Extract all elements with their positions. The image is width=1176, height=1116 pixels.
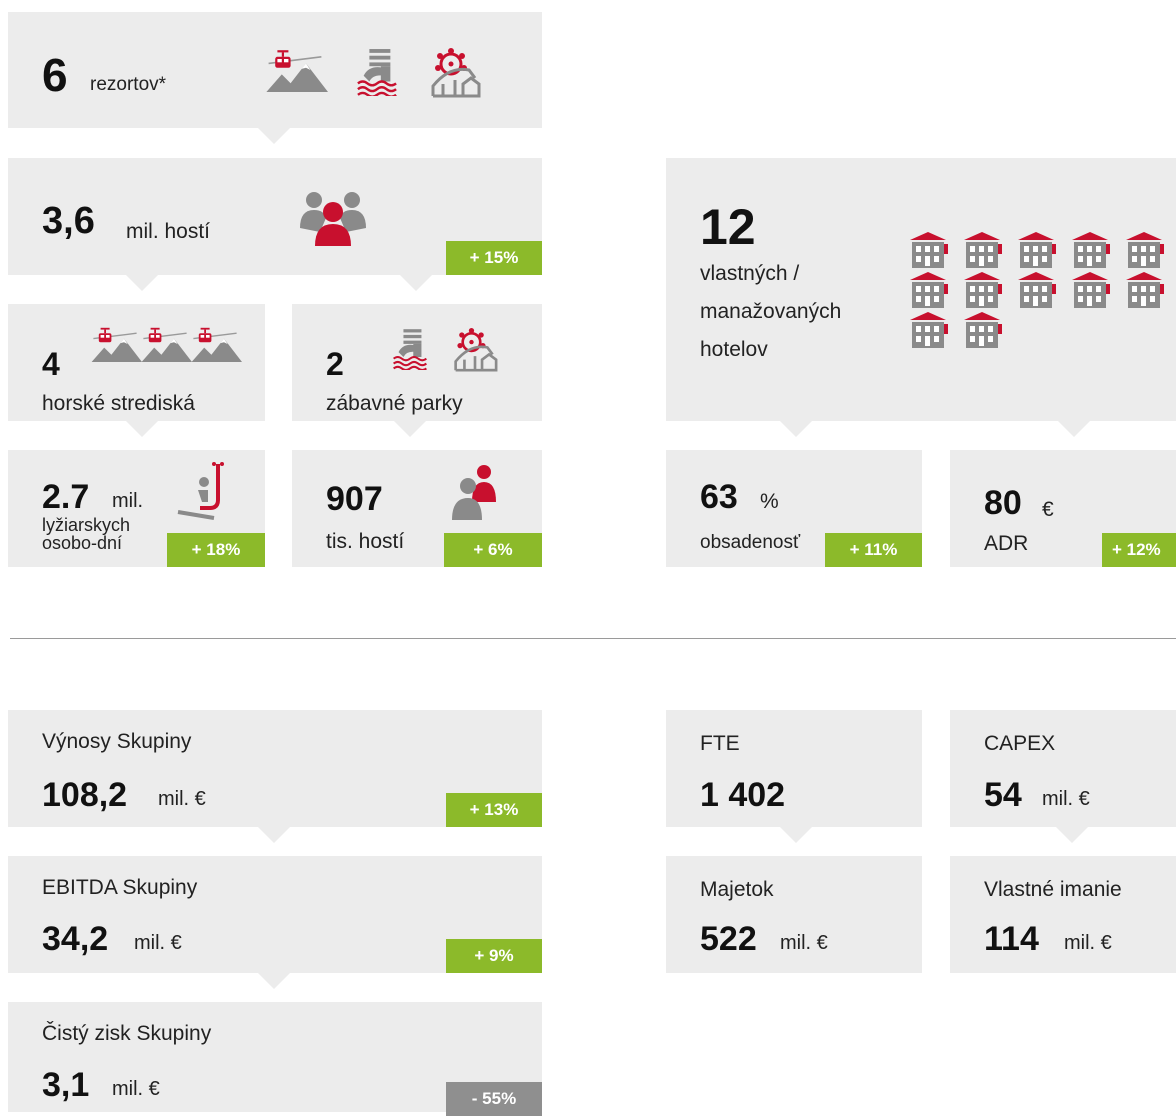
net-profit-label: Čistý zisk Skupiny xyxy=(42,1022,212,1045)
hotels-line3: hotelov xyxy=(700,338,768,361)
occupancy-change-badge: + 11% xyxy=(825,533,922,567)
skier-days-line2: osobo-dní xyxy=(42,533,123,553)
adr-label: ADR xyxy=(984,532,1029,555)
cable-car-mountain-icon xyxy=(88,326,142,362)
parks-value: 2 xyxy=(326,346,344,382)
net-profit-change-badge: - 55% xyxy=(446,1082,542,1116)
capex-panel: CAPEX 54 mil. € xyxy=(950,710,1176,843)
hotel-icon xyxy=(1068,270,1112,310)
equity-panel: Vlastné imanie 114 mil. € xyxy=(950,856,1176,973)
net-profit-value: 3,1 xyxy=(42,1066,90,1104)
skier-days-line1: lyžiarskych xyxy=(42,515,131,535)
revenue-change-badge: + 13% xyxy=(446,793,542,827)
occupancy-value: 63 xyxy=(700,478,738,516)
guests-panel: 3,6 mil. hostí + 15% xyxy=(8,158,542,291)
skier-days-panel: 2.7 mil. lyžiarskych osobo-dní + 18% xyxy=(8,450,265,567)
mountain-value: 4 xyxy=(42,346,60,382)
hotel-icon xyxy=(1014,230,1058,270)
ferris-wheel-coaster-icon xyxy=(452,328,498,372)
ebitda-change-badge: + 9% xyxy=(446,939,542,973)
amusement-parks-panel: 2 zábavné parky xyxy=(292,304,542,437)
resorts-panel: 6 rezortov* xyxy=(8,12,542,144)
capex-label: CAPEX xyxy=(984,732,1056,755)
ferris-wheel-coaster-icon xyxy=(428,48,482,98)
guests-label: mil. hostí xyxy=(126,220,211,243)
occupancy-unit: % xyxy=(760,490,779,513)
cable-car-mountain-icon xyxy=(188,326,242,362)
hotels-line1: vlastných / xyxy=(700,262,800,285)
fte-panel: FTE 1 402 xyxy=(666,710,922,843)
revenue-label: Výnosy Skupiny xyxy=(42,730,192,753)
revenue-unit: mil. € xyxy=(158,788,206,810)
cable-car-mountain-icon xyxy=(138,326,192,362)
chairlift-skier-icon xyxy=(177,462,224,520)
capex-unit: mil. € xyxy=(1042,788,1090,810)
occupancy-panel: 63 % obsadenosť + 11% xyxy=(666,450,922,567)
resorts-value: 6 xyxy=(42,49,68,101)
skier-days-value: 2.7 xyxy=(42,478,90,516)
skier-days-unit: mil. xyxy=(112,490,144,512)
park-guests-change-badge: + 6% xyxy=(444,533,542,567)
waterpark-slide-icon xyxy=(392,326,428,370)
equity-unit: mil. € xyxy=(1064,932,1112,954)
hotels-line2: manažovaných xyxy=(700,300,842,323)
park-guests-value: 907 xyxy=(326,480,383,518)
hotel-icon xyxy=(906,310,950,350)
adr-change-badge: + 12% xyxy=(1102,533,1176,567)
guests-change-badge: + 15% xyxy=(446,241,542,275)
hotel-icon xyxy=(906,270,950,310)
net-profit-panel: Čistý zisk Skupiny 3,1 mil. € - 55% xyxy=(8,1002,542,1116)
hotel-icon xyxy=(1122,270,1166,310)
adr-panel: 80 € ADR + 12% xyxy=(950,450,1176,567)
park-guests-panel: 907 tis. hostí + 6% xyxy=(292,450,542,567)
waterpark-slide-icon xyxy=(356,46,398,96)
net-profit-unit: mil. € xyxy=(112,1078,160,1100)
equity-value: 114 xyxy=(984,920,1039,958)
skier-days-change-badge: + 18% xyxy=(167,533,265,567)
assets-label: Majetok xyxy=(700,878,774,901)
hotels-panel: 12 vlastných / manažovaných hotelov xyxy=(666,158,1176,437)
adr-value: 80 xyxy=(984,484,1022,522)
revenue-value: 108,2 xyxy=(42,776,128,814)
hotel-icon xyxy=(1068,230,1112,270)
guests-pair-icon xyxy=(452,465,496,520)
fte-value: 1 402 xyxy=(700,776,786,814)
park-guests-label: tis. hostí xyxy=(326,530,405,553)
mountain-label: horské strediská xyxy=(42,392,195,415)
assets-unit: mil. € xyxy=(780,932,828,954)
fte-label: FTE xyxy=(700,732,740,755)
revenue-panel: Výnosy Skupiny 108,2 mil. € + 13% xyxy=(8,710,542,843)
hotel-icon xyxy=(1014,270,1058,310)
parks-label: zábavné parky xyxy=(326,392,463,415)
equity-label: Vlastné imanie xyxy=(984,878,1122,901)
ebitda-panel: EBITDA Skupiny 34,2 mil. € + 9% xyxy=(8,856,542,989)
ebitda-label: EBITDA Skupiny xyxy=(42,876,198,899)
adr-unit: € xyxy=(1042,498,1054,521)
occupancy-label: obsadenosť xyxy=(700,532,801,553)
hotels-value: 12 xyxy=(700,199,756,255)
ebitda-unit: mil. € xyxy=(134,932,182,954)
hotel-icon xyxy=(960,230,1004,270)
assets-value: 522 xyxy=(700,920,757,958)
assets-panel: Majetok 522 mil. € xyxy=(666,856,922,973)
ebitda-value: 34,2 xyxy=(42,920,109,958)
hotel-icon xyxy=(906,230,950,270)
capex-value: 54 xyxy=(984,776,1022,814)
resorts-label: rezortov* xyxy=(90,74,167,95)
mountain-resorts-panel: 4 horské strediská xyxy=(8,304,265,437)
section-divider xyxy=(10,638,1176,639)
people-group-icon xyxy=(300,192,366,246)
hotel-icon xyxy=(960,270,1004,310)
guests-value: 3,6 xyxy=(42,200,95,242)
hotel-icon xyxy=(960,310,1004,350)
cable-car-mountain-icon xyxy=(262,48,328,92)
hotel-icon xyxy=(1122,230,1166,270)
